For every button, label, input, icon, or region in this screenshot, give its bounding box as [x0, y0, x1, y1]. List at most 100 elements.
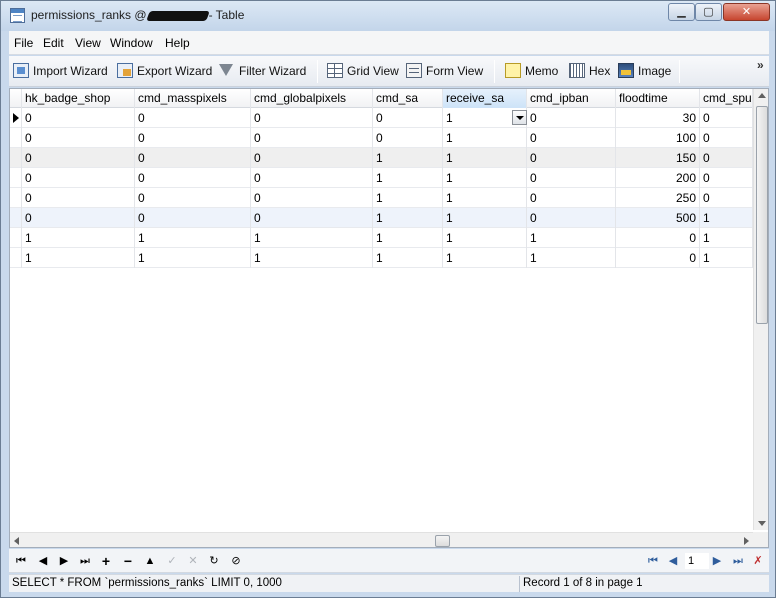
table-cell[interactable]: 0	[135, 128, 251, 148]
column-header[interactable]: cmd_globalpixels	[251, 89, 373, 108]
hex-button[interactable]: Hex	[569, 62, 613, 82]
menu-view[interactable]: View	[75, 36, 101, 50]
table-cell[interactable]: 250	[616, 188, 700, 208]
limit-settings-icon[interactable]: ✗	[750, 553, 766, 569]
column-header[interactable]: hk_badge_shop	[22, 89, 135, 108]
menu-help[interactable]: Help	[165, 36, 190, 50]
prior-page-icon[interactable]: ◀	[665, 553, 681, 569]
cell-dropdown-button[interactable]	[512, 110, 527, 125]
table-row[interactable]: 0 0 0 0 1 0 100 0	[10, 128, 753, 148]
scroll-right-icon[interactable]	[744, 537, 749, 545]
first-record-icon[interactable]: ⏮	[13, 553, 29, 569]
table-row[interactable]: 11111101	[10, 228, 753, 248]
table-cell[interactable]: 1	[700, 208, 753, 228]
next-page-icon[interactable]: ▶	[709, 553, 725, 569]
grid-view-button[interactable]: Grid View	[327, 62, 399, 82]
table-cell[interactable]: 0	[251, 208, 373, 228]
table-cell[interactable]: 0	[700, 148, 753, 168]
table-cell[interactable]: 0	[22, 148, 135, 168]
import-wizard-button[interactable]: Import Wizard	[13, 62, 113, 82]
table-cell[interactable]: 0	[527, 208, 616, 228]
table-row[interactable]: 0 0 0 0 1 0 30 0	[10, 108, 753, 128]
table-cell[interactable]: 0	[22, 168, 135, 188]
table-cell[interactable]: 200	[616, 168, 700, 188]
table-cell[interactable]: 1	[527, 248, 616, 268]
prior-record-icon[interactable]: ◀	[35, 553, 51, 569]
vertical-scroll-thumb[interactable]	[756, 106, 768, 324]
menu-file[interactable]: File	[14, 36, 33, 50]
column-header[interactable]: cmd_masspixels	[135, 89, 251, 108]
row-indicator[interactable]	[10, 208, 22, 228]
maximize-button[interactable]: ▢	[695, 3, 722, 21]
row-indicator[interactable]	[10, 168, 22, 188]
table-cell[interactable]: 0	[527, 108, 616, 128]
title-bar[interactable]: permissions_ranks @ - Table ▁ ▢ ✕	[1, 1, 775, 31]
table-cell[interactable]: 30	[616, 108, 700, 128]
table-cell[interactable]: 0	[22, 108, 135, 128]
row-indicator[interactable]	[10, 248, 22, 268]
export-wizard-button[interactable]: Export Wizard	[117, 62, 213, 82]
vertical-scrollbar[interactable]	[753, 89, 768, 530]
add-record-icon[interactable]: +	[98, 553, 114, 569]
table-cell[interactable]: 150	[616, 148, 700, 168]
memo-button[interactable]: Memo	[505, 62, 561, 82]
minimize-button[interactable]: ▁	[668, 3, 695, 21]
table-cell[interactable]: 1	[443, 168, 527, 188]
table-cell[interactable]: 0	[251, 128, 373, 148]
table-cell[interactable]: 1	[443, 208, 527, 228]
table-cell[interactable]: 1	[373, 248, 443, 268]
table-cell[interactable]: 0	[527, 168, 616, 188]
first-page-icon[interactable]: ⏮	[645, 553, 661, 569]
table-cell[interactable]: 1	[700, 228, 753, 248]
table-cell[interactable]: 0	[373, 108, 443, 128]
menu-edit[interactable]: Edit	[43, 36, 64, 50]
toolbar-overflow-icon[interactable]: »	[757, 58, 764, 72]
current-row-indicator[interactable]	[10, 108, 22, 128]
table-cell[interactable]: 1	[373, 228, 443, 248]
table-cell[interactable]: 0	[251, 168, 373, 188]
table-cell[interactable]: 0	[135, 148, 251, 168]
table-cell[interactable]: 100	[616, 128, 700, 148]
table-cell[interactable]: 1	[443, 228, 527, 248]
table-cell[interactable]: 1	[22, 228, 135, 248]
table-cell[interactable]: 1	[443, 248, 527, 268]
page-number-input[interactable]: 1	[685, 553, 709, 569]
horizontal-scrollbar[interactable]	[10, 532, 753, 547]
delete-record-icon[interactable]: −	[120, 553, 136, 569]
column-header[interactable]: receive_sa	[443, 89, 527, 108]
scroll-up-icon[interactable]	[758, 93, 766, 98]
table-cell[interactable]: 0	[373, 128, 443, 148]
table-cell[interactable]: 1	[373, 148, 443, 168]
table-cell[interactable]: 0	[700, 128, 753, 148]
edit-record-icon[interactable]: ▲	[142, 553, 158, 569]
filter-wizard-button[interactable]: Filter Wizard	[219, 62, 311, 82]
scroll-left-icon[interactable]	[14, 537, 19, 545]
column-header[interactable]: cmd_sa	[373, 89, 443, 108]
table-cell[interactable]: 1	[373, 208, 443, 228]
scroll-down-icon[interactable]	[758, 521, 766, 526]
table-cell[interactable]: 0	[135, 208, 251, 228]
table-row[interactable]: 0 0 0 1 1 0 250 0	[10, 188, 753, 208]
close-button[interactable]: ✕	[723, 3, 770, 21]
menu-window[interactable]: Window	[110, 36, 153, 50]
table-cell[interactable]: 0	[527, 128, 616, 148]
table-cell[interactable]: 0	[700, 188, 753, 208]
table-row[interactable]: 11111101	[10, 248, 753, 268]
last-page-icon[interactable]: ⏭	[730, 553, 746, 569]
row-indicator[interactable]	[10, 128, 22, 148]
table-cell[interactable]: 1	[443, 148, 527, 168]
table-cell[interactable]: 1	[700, 248, 753, 268]
table-cell[interactable]: 0	[22, 188, 135, 208]
horizontal-scroll-thumb[interactable]	[435, 535, 450, 547]
table-cell[interactable]: 0	[22, 208, 135, 228]
table-cell[interactable]: 500	[616, 208, 700, 228]
table-row[interactable]: 0 0 0 1 1 0 500 1	[10, 208, 753, 228]
table-cell[interactable]: 0	[251, 148, 373, 168]
refresh-icon[interactable]: ↻	[206, 553, 222, 569]
table-row[interactable]: 0 0 0 1 1 0 150 0	[10, 148, 753, 168]
table-cell[interactable]: 1	[135, 228, 251, 248]
table-cell[interactable]: 0	[527, 148, 616, 168]
table-cell[interactable]: 0	[616, 228, 700, 248]
table-cell[interactable]: 0	[135, 188, 251, 208]
table-cell[interactable]: 1	[527, 228, 616, 248]
